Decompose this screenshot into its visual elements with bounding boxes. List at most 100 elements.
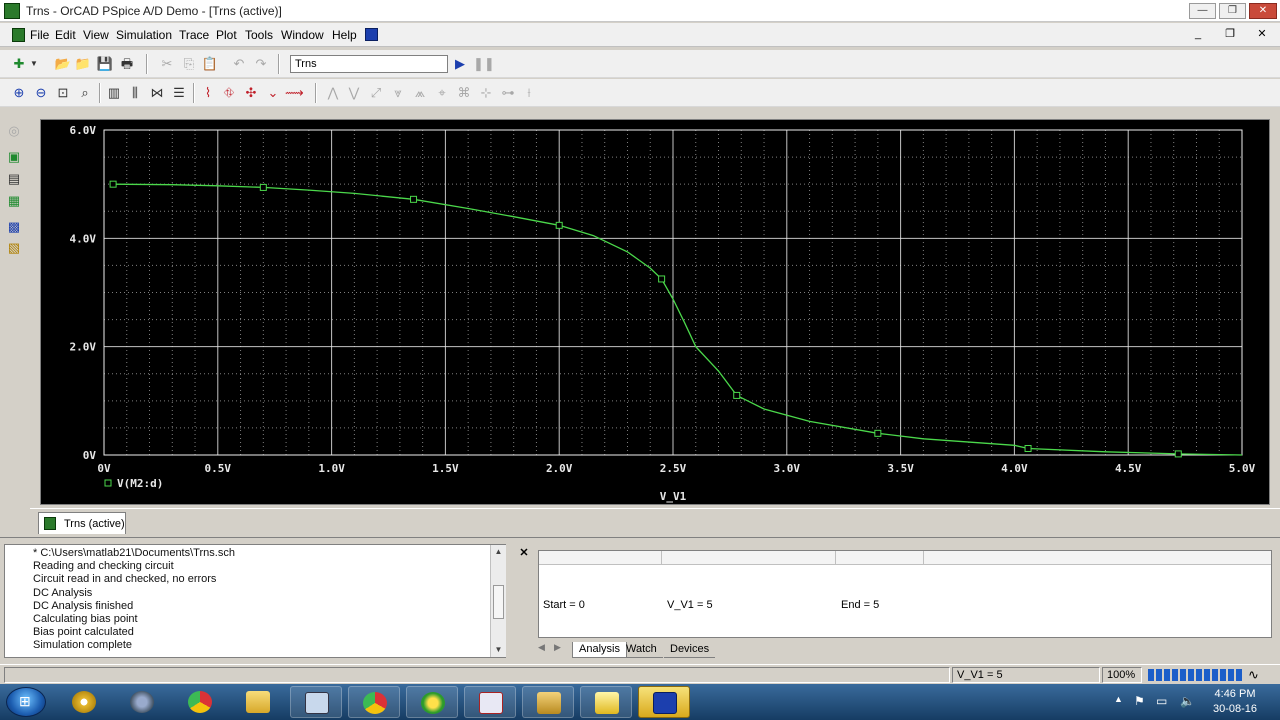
zoom-in-icon[interactable]: ⊕: [10, 84, 28, 102]
close-button[interactable]: ✕: [1249, 3, 1277, 19]
tab-watch[interactable]: Watch: [620, 642, 663, 658]
start-button[interactable]: ⊞: [6, 687, 46, 717]
clock-time[interactable]: 4:46 PM: [1200, 688, 1270, 700]
clock-date[interactable]: 30-08-16: [1200, 703, 1270, 715]
mdi-close-button[interactable]: ✕: [1251, 27, 1273, 43]
tray-flag-icon[interactable]: ⚑: [1134, 694, 1145, 708]
document-icon[interactable]: [12, 28, 25, 42]
performance-analysis-icon[interactable]: ⋈: [148, 84, 166, 102]
progress-block: [1204, 669, 1210, 681]
log-y-axis-icon[interactable]: ☰: [170, 84, 188, 102]
tray-network-icon[interactable]: ▭: [1156, 694, 1167, 708]
open-folder-icon[interactable]: 📂: [54, 55, 72, 73]
undo-icon[interactable]: ↶: [230, 55, 248, 73]
task-design-manager[interactable]: [522, 686, 574, 718]
pause-icon[interactable]: ❚❚: [473, 55, 495, 73]
sim-status-close-icon[interactable]: ✕: [518, 546, 530, 559]
tab-scroll-left-icon[interactable]: ◀: [538, 642, 545, 653]
y-tick-label: 2.0V: [70, 341, 97, 354]
paste-icon[interactable]: 📋: [201, 55, 219, 73]
task-pspice-editor[interactable]: [464, 686, 516, 718]
task-pspice-probe[interactable]: [638, 686, 690, 718]
task-chrome[interactable]: [174, 686, 226, 718]
save-icon[interactable]: 💾: [96, 55, 114, 73]
menu-help[interactable]: Help: [332, 28, 357, 42]
task-network[interactable]: [116, 686, 168, 718]
chrome-icon: [363, 692, 387, 714]
context-help-icon[interactable]: [365, 28, 378, 41]
output-file-icon[interactable]: ▣: [5, 148, 23, 166]
task-explorer[interactable]: [232, 686, 284, 718]
redo-icon[interactable]: ↷: [252, 55, 270, 73]
mdi-minimize-button[interactable]: _: [1187, 27, 1209, 43]
netlist-icon[interactable]: ▤: [5, 170, 23, 188]
output-scrollbar[interactable]: ▲ ▼: [490, 545, 506, 657]
y-tick-label: 4.0V: [70, 232, 97, 245]
add-trace-icon[interactable]: ⌇: [199, 84, 217, 102]
legend-label[interactable]: V(M2:d): [117, 477, 163, 490]
cursor-peak-icon[interactable]: ⋀: [324, 84, 342, 102]
menu-simulation[interactable]: Simulation: [116, 28, 172, 42]
menu-plot[interactable]: Plot: [216, 28, 237, 42]
menu-tools[interactable]: Tools: [245, 28, 273, 42]
task-sync[interactable]: [406, 686, 458, 718]
scroll-down-icon[interactable]: ▼: [493, 645, 504, 654]
menu-window[interactable]: Window: [281, 28, 324, 42]
new-icon[interactable]: ✚: [10, 55, 28, 73]
run-play-icon[interactable]: ▶: [451, 55, 469, 73]
tab-analysis[interactable]: Analysis: [572, 642, 627, 658]
zoom-area-icon[interactable]: ⊡: [54, 84, 72, 102]
scroll-up-icon[interactable]: ▲: [493, 547, 504, 556]
bias-current-icon[interactable]: ▩: [5, 218, 23, 236]
tray-expand-icon[interactable]: ▲: [1114, 694, 1123, 704]
cut-icon[interactable]: ✂: [158, 55, 176, 73]
task-chrome-window[interactable]: [348, 686, 400, 718]
new-dropdown-chevron-down-icon[interactable]: ▼: [28, 55, 40, 73]
cursor-next-transition-icon[interactable]: ⊹: [477, 84, 495, 102]
tab-devices[interactable]: Devices: [664, 642, 716, 658]
task-schematics[interactable]: [290, 686, 342, 718]
print-icon[interactable]: 🖶: [118, 55, 136, 73]
probe-plot-window[interactable]: 0V 0.5V 1.0V 1.5V 2.0V 2.5V 3.0V 3.5V 4.0V 4.5V 5.…: [40, 119, 1270, 505]
plot-canvas[interactable]: 0V 0.5V 1.0V 1.5V 2.0V 2.5V 3.0V 3.5V 4.0V 4.5V 5.…: [41, 120, 1269, 504]
bias-voltage-icon[interactable]: ▦: [5, 192, 23, 210]
output-window[interactable]: * C:\Users\matlab21\Documents\Trns.sch Re…: [4, 544, 506, 658]
scroll-thumb[interactable]: [493, 585, 504, 619]
copy-icon[interactable]: ⎘: [180, 55, 198, 73]
menu-view[interactable]: View: [83, 28, 109, 42]
standard-toolbar: ✚ ▼ 📂 📁 💾 🖶 ✂ ⎘ 📋 ↶ ↷ Trns ▶ ❚❚: [0, 50, 1280, 78]
tab-trns-active[interactable]: Trns (active): [38, 512, 126, 534]
minimize-button[interactable]: —: [1189, 3, 1216, 19]
menu-trace[interactable]: Trace: [179, 28, 209, 42]
zoom-out-icon[interactable]: ⊖: [32, 84, 50, 102]
log-x-axis-icon[interactable]: ▥: [105, 84, 123, 102]
maximize-button[interactable]: ❐: [1219, 3, 1246, 19]
sweep-start-value: Start = 0: [543, 599, 585, 611]
mark-data-points-icon[interactable]: ✣: [242, 84, 260, 102]
zoom-fit-icon[interactable]: ⌕: [76, 84, 94, 102]
fourier-icon[interactable]: ⫼: [126, 84, 144, 102]
bias-power-icon[interactable]: ▧: [5, 239, 23, 257]
menu-edit[interactable]: Edit: [55, 28, 76, 42]
cursor-search-icon[interactable]: ⌘: [455, 84, 473, 102]
circuit-file-icon[interactable]: ◎: [5, 122, 23, 140]
tray-volume-icon[interactable]: 🔈: [1180, 694, 1195, 708]
tab-scroll-right-icon[interactable]: ▶: [554, 642, 561, 653]
cursor-slope-icon[interactable]: ⤢: [367, 84, 385, 102]
simulation-profile-field[interactable]: Trns: [290, 55, 448, 73]
cursor-point-icon[interactable]: ⌖: [433, 84, 451, 102]
cursor-min-icon[interactable]: ⩔: [389, 84, 407, 102]
toggle-marker-icon[interactable]: ⌄: [264, 84, 282, 102]
cursor-prev-transition-icon[interactable]: ⊶: [499, 84, 517, 102]
eval-goal-function-icon[interactable]: ⛗: [220, 84, 238, 102]
add-cursor-icon[interactable]: ⟿: [285, 84, 304, 102]
mdi-restore-button[interactable]: ❐: [1219, 27, 1241, 43]
mark-label-icon[interactable]: ⟊: [520, 84, 538, 102]
menu-file[interactable]: File: [30, 28, 49, 42]
x-tick-label: 0.5V: [205, 462, 232, 475]
open-simulation-icon[interactable]: 📁: [74, 55, 92, 73]
cursor-trough-icon[interactable]: ⋁: [345, 84, 363, 102]
task-media-player[interactable]: [58, 686, 110, 718]
cursor-max-icon[interactable]: ⩕: [411, 84, 429, 102]
task-notepad[interactable]: [580, 686, 632, 718]
